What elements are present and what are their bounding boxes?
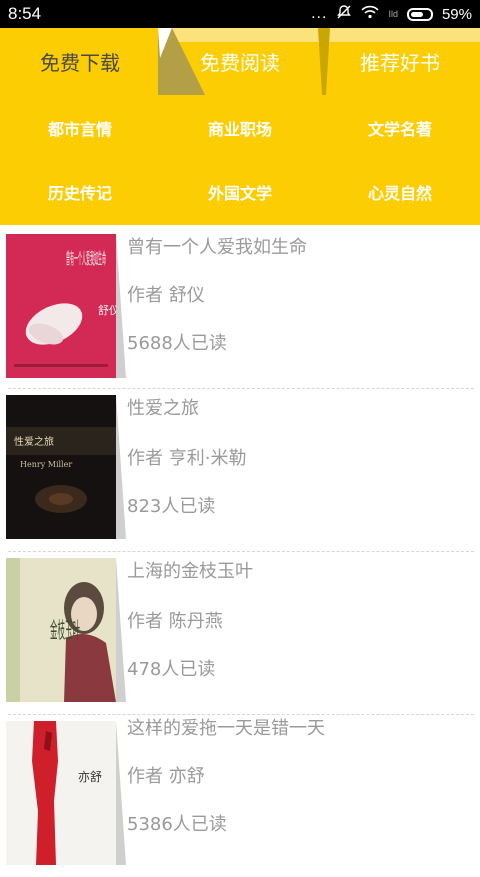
cover-author-text: Henry Miller [20,460,72,469]
header-panel: 免费下载 免费阅读 推荐好书 都市言情 商业职场 文学名著 历史传记 外国文学 … [0,28,480,225]
cover-title-text: 性爱之旅 [14,435,54,448]
book-read-count: 823人已读 [127,496,216,517]
book-read-count: 5386人已读 [127,814,227,835]
book-cover-image: 亦舒 [6,721,116,865]
tab-free-read[interactable]: 免费阅读 [160,28,320,95]
tab-recommended[interactable]: 推荐好书 [320,28,480,95]
category-grid: 都市言情 商业职场 文学名著 历史传记 外国文学 心灵自然 [0,95,480,225]
tab-free-download[interactable]: 免费下载 [0,28,160,95]
battery-percent: 59% [441,5,472,23]
book-list-item[interactable]: 金枝玉叶 上海的金枝玉叶 作者 陈丹燕 478人已读 [0,551,480,714]
book-title: 上海的金枝玉叶 [127,561,253,582]
category-history[interactable]: 历史传记 [0,175,160,209]
category-classics[interactable]: 文学名著 [320,111,480,145]
status-time: 8:54 [8,4,42,23]
book-list-item[interactable]: 性爱之旅 Henry Miller 性爱之旅 作者 亨利·米勒 823人已读 [0,388,480,551]
category-business[interactable]: 商业职场 [160,111,320,145]
cover-title-text: 金枝玉叶 [50,619,80,644]
wifi-icon [361,5,380,23]
book-author: 作者 陈丹燕 [127,611,223,632]
book-title: 性爱之旅 [127,398,199,419]
book-title: 这样的爱拖一天是错一天 [127,718,325,739]
book-cover-image: 金枝玉叶 [6,558,116,702]
battery-icon [406,7,433,21]
book-list-item[interactable]: 曾有一个人爱我如生命 舒仪 曾有一个人爱我如生命 作者 舒仪 5688人已读 [0,225,480,388]
book-title: 曾有一个人爱我如生命 [127,237,307,258]
book-read-count: 478人已读 [127,659,216,680]
status-bar: 8:54 ... Ild 59% [0,0,480,28]
cover-page-shadow [116,558,126,702]
cover-page-shadow [116,721,126,865]
book-author: 作者 舒仪 [127,285,205,306]
cover-author-text: 舒仪 [98,303,116,317]
book-author: 作者 亦舒 [127,766,205,787]
cover-page-shadow [116,234,126,378]
category-foreign-literature[interactable]: 外国文学 [160,175,320,209]
mute-icon [336,4,352,24]
signal-icon: Ild [388,9,398,19]
book-author: 作者 亨利·米勒 [127,448,247,469]
category-spiritual-nature[interactable]: 心灵自然 [320,175,480,209]
more-dots-icon: ... [311,5,328,22]
cover-page-shadow [116,395,126,539]
category-urban-romance[interactable]: 都市言情 [0,111,160,145]
cover-author-text: 亦舒 [78,769,102,784]
book-read-count: 5688人已读 [127,333,227,354]
book-cover-image: 曾有一个人爱我如生命 舒仪 [6,234,116,378]
cover-title-text: 曾有一个人爱我如生命 [66,249,106,268]
book-cover-image: 性爱之旅 Henry Miller [6,395,116,539]
